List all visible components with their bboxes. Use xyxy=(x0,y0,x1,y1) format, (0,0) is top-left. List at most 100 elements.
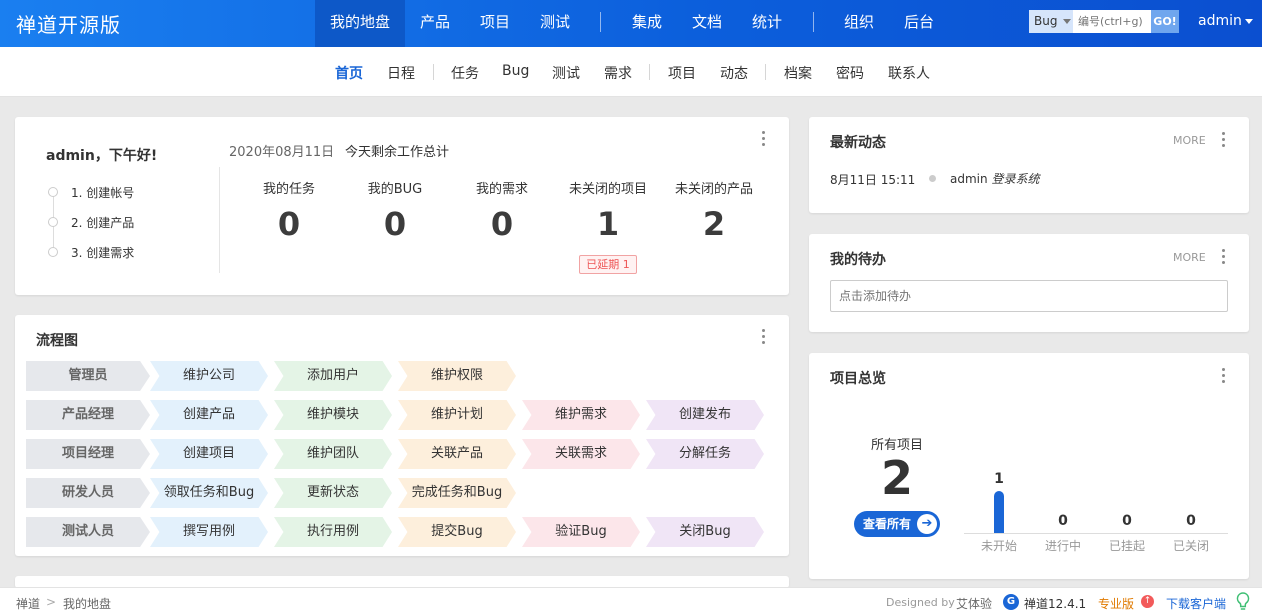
subnav-test[interactable]: 测试 xyxy=(552,63,580,83)
flow-step[interactable]: 维护公司 xyxy=(150,361,268,391)
nav-divider xyxy=(600,12,601,32)
greeting: admin，下午好! xyxy=(46,148,158,164)
timeline-dot-icon xyxy=(929,175,936,182)
flow-step[interactable]: 提交Bug xyxy=(398,517,516,547)
search-go-button[interactable]: GO! xyxy=(1151,10,1179,33)
flow-step[interactable]: 创建发布 xyxy=(646,400,764,430)
panel-more-dots-icon[interactable] xyxy=(1222,368,1226,384)
subnav-divider xyxy=(765,64,766,80)
flow-step[interactable]: 维护模块 xyxy=(274,400,392,430)
flow-step[interactable]: 分解任务 xyxy=(646,439,764,469)
download-client-link[interactable]: 下载客户端 xyxy=(1166,595,1226,612)
nav-report[interactable]: 统计 xyxy=(737,0,797,47)
delayed-badge[interactable]: 已延期 1 xyxy=(579,255,637,274)
brand-logo[interactable]: 禅道开源版 xyxy=(16,9,121,38)
user-menu[interactable]: admin xyxy=(1198,13,1253,29)
stat-label-open-projects: 未关闭的项目 xyxy=(568,182,647,197)
flow-step[interactable]: 创建项目 xyxy=(150,439,268,469)
stat-value-my-bug[interactable]: 0 xyxy=(342,205,448,243)
upgrade-arrow-icon: ↑ xyxy=(1141,595,1154,608)
breadcrumb-current[interactable]: 我的地盘 xyxy=(63,595,111,612)
lightbulb-icon xyxy=(1236,592,1250,610)
panel-more-dots-icon[interactable] xyxy=(1222,132,1226,148)
subnav-bug[interactable]: Bug xyxy=(502,63,529,79)
stat-value-open-projects[interactable]: 1 xyxy=(555,205,661,243)
search-type-select[interactable]: Bug xyxy=(1029,10,1073,33)
todo-more-link[interactable]: MORE xyxy=(1173,251,1206,264)
flow-step[interactable]: 创建产品 xyxy=(150,400,268,430)
subnav-project[interactable]: 项目 xyxy=(668,63,696,83)
search-type-label: Bug xyxy=(1034,14,1058,28)
nav-test[interactable]: 测试 xyxy=(525,0,585,47)
add-todo-input[interactable] xyxy=(830,280,1228,312)
flow-step[interactable]: 维护需求 xyxy=(522,400,640,430)
caret-down-icon xyxy=(1063,19,1071,24)
stat-value-my-task[interactable]: 0 xyxy=(236,205,342,243)
flow-step[interactable]: 撰写用例 xyxy=(150,517,268,547)
step-circle-icon xyxy=(48,217,58,227)
subnav-password[interactable]: 密码 xyxy=(836,63,864,83)
stat-value-my-story[interactable]: 0 xyxy=(449,205,555,243)
panel-more-dots-icon[interactable] xyxy=(1222,249,1226,265)
chart-category-label: 已关闭 xyxy=(1172,539,1209,553)
subnav-task[interactable]: 任务 xyxy=(451,63,479,83)
chart-bar-value: 0 xyxy=(1122,513,1132,529)
pro-edition-link[interactable]: 专业版 xyxy=(1098,595,1134,612)
panel-more-dots-icon[interactable] xyxy=(762,131,766,147)
nav-project[interactable]: 项目 xyxy=(465,0,525,47)
nav-organization[interactable]: 组织 xyxy=(829,0,889,47)
nav-product[interactable]: 产品 xyxy=(405,0,465,47)
stat-label-open-products: 未关闭的产品 xyxy=(674,182,753,197)
nav-admin[interactable]: 后台 xyxy=(889,0,949,47)
step-create-account[interactable]: 1. 创建帐号 xyxy=(71,184,134,201)
subnav-calendar[interactable]: 日程 xyxy=(387,63,415,83)
step-create-product[interactable]: 2. 创建产品 xyxy=(71,214,134,231)
panel-more-dots-icon[interactable] xyxy=(762,329,766,345)
version-link[interactable]: 禅道12.4.1 xyxy=(1024,595,1086,612)
step-circle-icon xyxy=(48,187,58,197)
subnav-divider xyxy=(649,64,650,80)
flow-step[interactable]: 关联需求 xyxy=(522,439,640,469)
subnav-dynamic[interactable]: 动态 xyxy=(720,63,748,83)
chart-bar-value: 0 xyxy=(1058,513,1068,529)
designed-by-label: Designed by xyxy=(886,596,955,609)
subnav-divider xyxy=(433,64,434,80)
search-input[interactable] xyxy=(1073,10,1151,33)
nav-doc[interactable]: 文档 xyxy=(677,0,737,47)
flow-step[interactable]: 更新状态 xyxy=(274,478,392,508)
subnav-home[interactable]: 首页 xyxy=(335,63,363,83)
designer-link[interactable]: 艾体验 xyxy=(956,595,992,612)
subnav-contacts[interactable]: 联系人 xyxy=(888,63,930,83)
view-all-label: 查看所有 xyxy=(863,517,912,531)
caret-down-icon xyxy=(1244,18,1253,24)
flow-step[interactable]: 领取任务和Bug xyxy=(150,478,268,508)
flow-role-developer: 研发人员 xyxy=(26,478,150,508)
flow-step[interactable]: 关联产品 xyxy=(398,439,516,469)
breadcrumb-root[interactable]: 禅道 xyxy=(16,595,40,612)
subnav-story[interactable]: 需求 xyxy=(604,63,632,83)
flow-step[interactable]: 维护计划 xyxy=(398,400,516,430)
divider xyxy=(219,167,220,273)
dynamic-entry[interactable]: admin 登录系统 xyxy=(950,170,1039,187)
dynamics-more-link[interactable]: MORE xyxy=(1173,134,1206,147)
step-circle-icon xyxy=(48,247,58,257)
flow-step[interactable]: 关闭Bug xyxy=(646,517,764,547)
flow-step[interactable]: 完成任务和Bug xyxy=(398,478,516,508)
view-all-projects-button[interactable]: 查看所有 ➔ xyxy=(854,511,940,537)
stat-label-my-bug: 我的BUG xyxy=(367,182,423,197)
flow-step[interactable]: 维护团队 xyxy=(274,439,392,469)
todo-title: 我的待办 xyxy=(830,252,886,268)
flow-step[interactable]: 执行用例 xyxy=(274,517,392,547)
arrow-right-icon: ➔ xyxy=(917,514,937,534)
footer: 禅道 > 我的地盘 Designed by 艾体验 G 禅道12.4.1 专业版… xyxy=(0,587,1262,616)
stat-value-open-products[interactable]: 2 xyxy=(661,205,767,243)
nav-integration[interactable]: 集成 xyxy=(617,0,677,47)
flow-step[interactable]: 验证Bug xyxy=(522,517,640,547)
flow-step[interactable]: 维护权限 xyxy=(398,361,516,391)
flow-step[interactable]: 添加用户 xyxy=(274,361,392,391)
subnav-profile[interactable]: 档案 xyxy=(784,63,812,83)
step-create-story[interactable]: 3. 创建需求 xyxy=(71,244,134,261)
stat-label-my-story: 我的需求 xyxy=(475,182,528,197)
breadcrumb-separator: > xyxy=(46,595,57,609)
nav-my-dashboard[interactable]: 我的地盘 xyxy=(315,0,405,47)
